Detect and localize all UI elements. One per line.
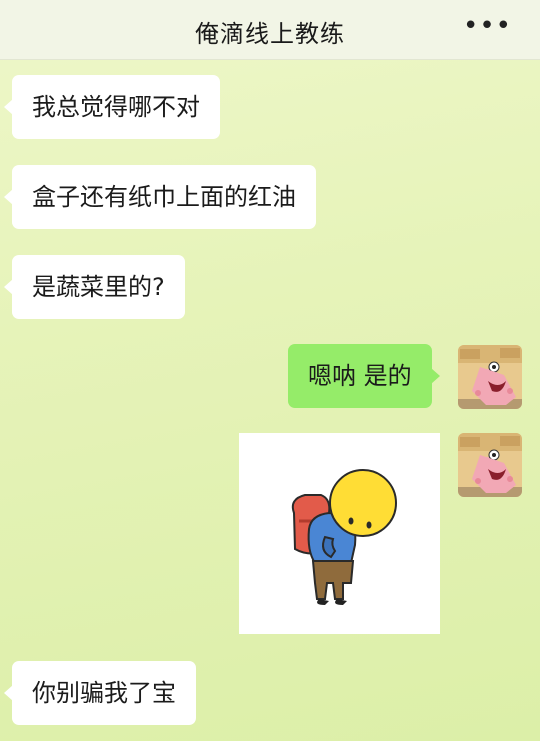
message-text: 是蔬菜里的? — [32, 273, 165, 301]
user-avatar[interactable] — [458, 345, 522, 409]
message-bubble-left[interactable]: 你别骗我了宝 — [4, 661, 196, 725]
more-dots-icon[interactable]: ••• — [463, 13, 512, 39]
message-text: 你别骗我了宝 — [32, 679, 176, 707]
chat-header: 俺滴线上教练 ••• — [0, 0, 540, 60]
message-text: 盒子还有纸巾上面的红油 — [32, 183, 296, 211]
sticker-message[interactable] — [239, 433, 440, 634]
patrick-star-avatar — [458, 433, 522, 497]
user-avatar[interactable] — [458, 433, 522, 497]
message-text: 嗯呐 是的 — [308, 362, 412, 390]
bowing-emoji-sticker — [291, 469, 397, 605]
message-bubble-left[interactable]: 盒子还有纸巾上面的红油 — [4, 165, 316, 229]
patrick-star-avatar — [458, 345, 522, 409]
message-text: 我总觉得哪不对 — [32, 93, 200, 121]
chat-title: 俺滴线上教练 — [195, 20, 345, 48]
message-bubble-left[interactable]: 我总觉得哪不对 — [4, 75, 220, 139]
message-bubble-left[interactable]: 是蔬菜里的? — [4, 255, 185, 319]
message-bubble-right[interactable]: 嗯呐 是的 — [288, 344, 440, 408]
